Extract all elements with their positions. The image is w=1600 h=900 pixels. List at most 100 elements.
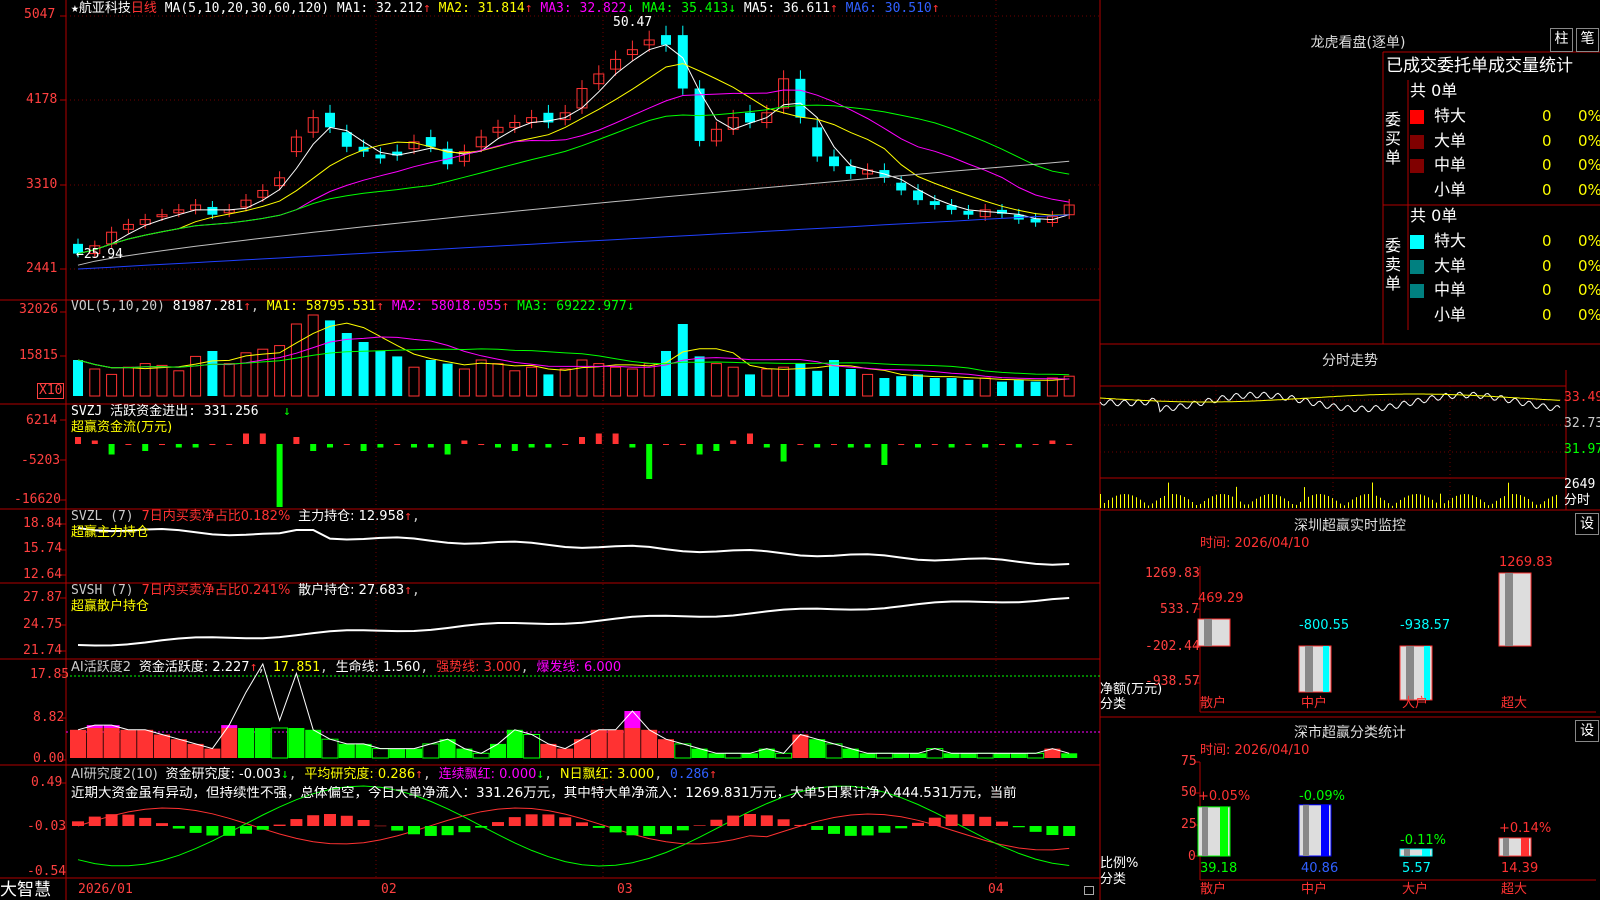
buy-total: 共 0单 — [1410, 81, 1458, 100]
volume-bar-down — [207, 351, 218, 396]
ai-strong-line: 强势线: 3.000 — [436, 660, 521, 675]
order-count: 0 — [1542, 281, 1552, 299]
stock-name[interactable]: 航亚科技 — [79, 1, 131, 16]
intraday-volume-bar — [1536, 504, 1537, 508]
cls-value-label: 5.57 — [1402, 861, 1431, 876]
order-percent: 0% — [1578, 180, 1600, 199]
price-axis-label: 3310 — [26, 177, 58, 192]
fund-flow-bar-up — [226, 444, 233, 445]
up-arrow-icon: ↑ — [501, 299, 510, 314]
intraday-volume-bar — [1260, 496, 1261, 508]
sz-category-label: 中户 — [1301, 696, 1328, 711]
fund-flow-bar-down — [310, 444, 317, 451]
research-bar-red — [760, 815, 773, 826]
svzj-axis-label: -5203 — [21, 453, 61, 468]
intraday-volume-bar — [1132, 495, 1133, 508]
activity-bar-green — [875, 752, 893, 759]
volume-bar-down — [1013, 379, 1024, 396]
tab-pen[interactable]: 笔 — [1576, 28, 1599, 52]
sz-category-label: 大户 — [1402, 696, 1429, 711]
activity-bar-green — [809, 739, 826, 758]
sz-bar-accent — [1424, 646, 1430, 700]
svsh-axis-label: 27.87 — [23, 590, 63, 605]
activity-bar-green — [472, 752, 490, 759]
intraday-volume-bar — [1292, 504, 1293, 508]
settings-button[interactable]: 设 — [1575, 513, 1599, 535]
volume-bar-up — [727, 366, 739, 397]
fund-flow-bar-up — [159, 444, 165, 445]
vol-axis-label: 32026 — [19, 302, 59, 317]
up-arrow-icon: ↑ — [829, 1, 838, 16]
chart-canvas[interactable] — [0, 0, 1600, 900]
intraday-volume-bar — [1424, 495, 1425, 508]
activity-bar-red — [154, 734, 170, 758]
intraday-volume-bar — [1148, 505, 1149, 508]
vol-ma1: MA1: 58795.531 — [266, 299, 377, 314]
intraday-volume-bar — [1444, 503, 1445, 508]
research-bar-red — [693, 825, 706, 826]
research-bar-red — [794, 824, 807, 826]
intraday-volume-bar — [1340, 503, 1341, 508]
activity-bar-green — [288, 728, 305, 758]
activity-bar-green — [371, 748, 389, 759]
volume-bar-up — [156, 364, 168, 397]
lock-icon[interactable] — [1084, 886, 1094, 895]
vol-axis-label: 15815 — [19, 348, 59, 363]
intraday-volume-bar — [1472, 495, 1473, 508]
svzl-subtitle: 超赢主力持仓 — [71, 525, 150, 540]
intraday-average-line — [1099, 393, 1561, 403]
intraday-volume-bar — [1476, 497, 1477, 508]
order-count: 0 — [1542, 156, 1552, 174]
tab-bar-chart[interactable]: 柱 — [1550, 28, 1573, 52]
ma5-value: MA5: 36.611 — [743, 1, 830, 16]
fund-flow-bar-up — [898, 444, 905, 445]
activity-bar-green — [976, 752, 994, 759]
intraday-volume-bar — [1136, 497, 1137, 508]
fund-flow-bar-up — [209, 444, 216, 445]
svsh-net-ratio: 7日内买卖净占比0.241% — [141, 583, 291, 598]
intraday-axis-label: 32.73 — [1564, 416, 1600, 431]
intraday-volume-bar — [1552, 496, 1553, 508]
volume-bar-down — [879, 378, 890, 396]
intraday-volume-bar — [1208, 498, 1209, 508]
sz-xlabel: 分类 — [1100, 697, 1127, 712]
intraday-volume-bar — [1520, 495, 1521, 508]
volume-bar-down — [1030, 381, 1041, 396]
settings-button[interactable]: 设 — [1575, 720, 1599, 742]
svsh-holding: 散户持仓: 27.683 — [298, 583, 405, 598]
cls-bar-shade — [1503, 837, 1509, 856]
fund-flow-bar-down — [276, 444, 283, 507]
intraday-volume-bar — [1496, 500, 1497, 508]
fund-flow-bar-up — [1032, 444, 1039, 445]
order-size-label: 特大 — [1434, 231, 1467, 250]
intraday-volume-bar — [1108, 500, 1109, 508]
intraday-volume-bar — [1224, 494, 1225, 508]
sz-category-label: 散户 — [1200, 696, 1227, 711]
intraday-volume-bar — [1104, 502, 1105, 508]
intraday-volume-bar — [1244, 504, 1245, 508]
sz-value-label: -800.55 — [1299, 618, 1350, 633]
up-arrow-icon: ↑ — [931, 1, 940, 16]
order-size-label: 大单 — [1434, 130, 1467, 150]
fund-flow-bar-down — [545, 444, 552, 448]
intraday-volume-bar — [1376, 495, 1377, 508]
ai-axis-label: 17.85 — [30, 667, 70, 682]
vol-ma3: MA3: 69222.977 — [517, 299, 627, 314]
research-bar-green — [828, 826, 840, 834]
research-bar-red — [928, 817, 941, 826]
intraday-volume-bar — [1212, 496, 1213, 508]
svsh-subtitle: 超赢散户持仓 — [71, 599, 150, 614]
fund-flow-bar-up — [831, 444, 837, 445]
order-count: 0 — [1542, 232, 1552, 250]
ma2-line — [77, 63, 1070, 255]
period-label[interactable]: 日线 — [131, 1, 157, 16]
fund-flow-bar-down — [763, 444, 770, 448]
volume-bar-up — [223, 363, 235, 397]
order-size-label: 小单 — [1434, 179, 1467, 199]
research-bar-green — [256, 826, 269, 830]
fund-flow-bar-up — [797, 444, 804, 445]
intraday-volume-bar — [1248, 504, 1249, 508]
volume-bar-down — [375, 351, 386, 396]
intraday-volume-bar — [1480, 499, 1481, 508]
fund-flow-bar-up — [125, 444, 132, 445]
